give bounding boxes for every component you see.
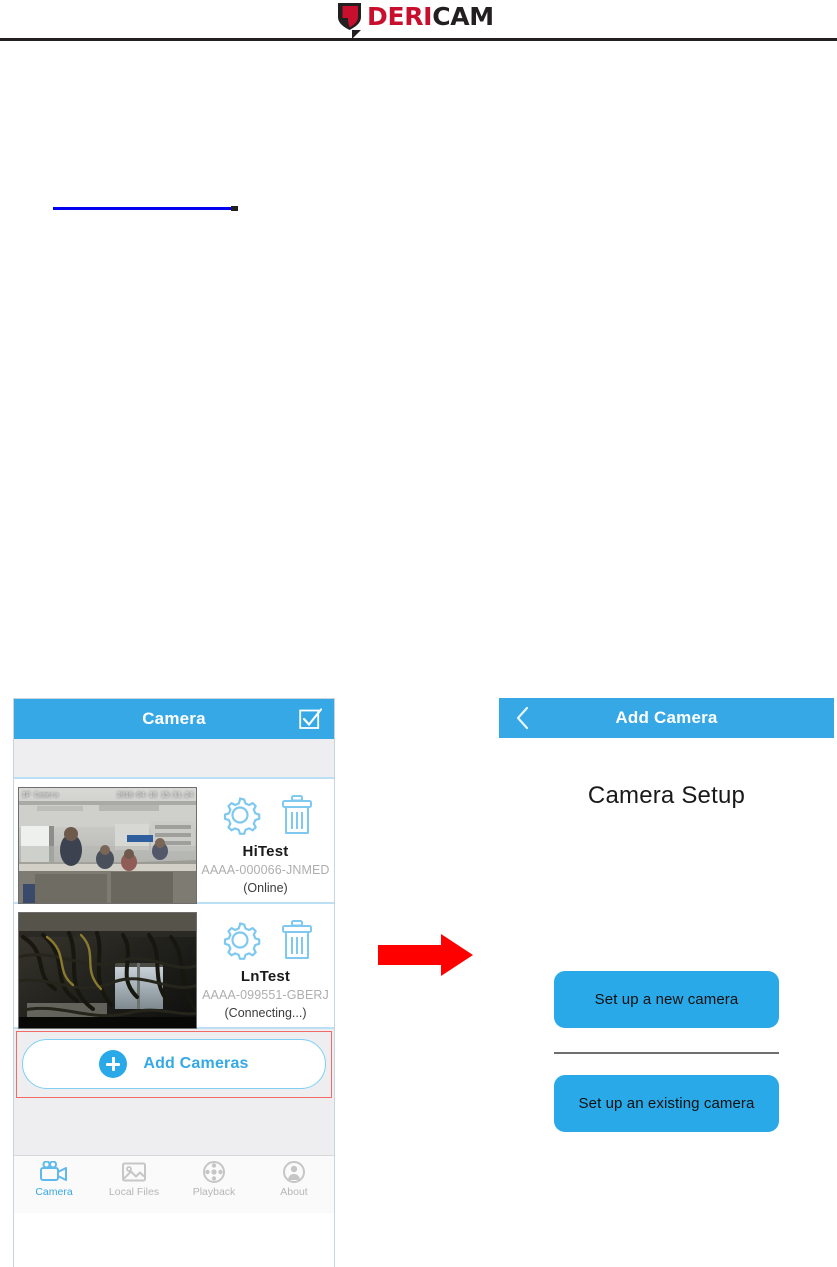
document-header: DERICAM <box>0 0 837 41</box>
add-cameras-button[interactable]: Add Cameras <box>22 1039 326 1089</box>
table-row[interactable]: IP Camera 2016-04-18 15:31:24 HiTest AAA… <box>14 779 334 904</box>
shield-icon <box>338 3 361 30</box>
brand-name: DERICAM <box>367 2 494 31</box>
right-arrow-icon <box>378 934 473 976</box>
tab-camera-label: Camera <box>35 1186 73 1198</box>
brand-name-secondary: CAM <box>432 2 494 31</box>
camera-list-appbar: Camera <box>14 699 334 739</box>
camera-name: HiTest <box>242 843 289 860</box>
camera-thumbnail[interactable] <box>18 912 197 1029</box>
status-badge: (Connecting...) <box>224 1006 307 1020</box>
chevron-left-icon[interactable] <box>515 706 530 730</box>
video-camera-icon <box>40 1161 67 1181</box>
page-title: Camera Setup <box>587 782 746 809</box>
plus-circle-icon <box>99 1050 128 1078</box>
setup-existing-camera-label: Set up an existing camera <box>578 1095 755 1112</box>
checkbox-check-icon[interactable] <box>299 708 322 730</box>
list-top-band <box>14 739 334 779</box>
tab-camera[interactable]: Camera <box>14 1161 94 1198</box>
gear-icon[interactable] <box>218 918 262 962</box>
list-filler <box>14 1100 334 1155</box>
camera-list-screen: Camera IP Camera 2016-04-18 15:31:24 HiT… <box>13 698 335 1267</box>
setup-new-camera-button[interactable]: Set up a new camera <box>554 971 779 1028</box>
camera-info: HiTest AAAA-000066-JNMED (Online) <box>197 787 334 895</box>
trash-icon[interactable] <box>280 794 314 836</box>
add-camera-screen: Add Camera Camera Setup Set up a new cam… <box>499 698 834 1267</box>
person-circle-icon <box>283 1161 305 1183</box>
link-underline[interactable] <box>53 206 238 211</box>
thumbnail-osd: IP Camera 2016-04-18 15:31:24 <box>19 788 196 801</box>
dericam-logo: DERICAM <box>337 2 494 31</box>
thumbnail-timestamp: 2016-04-18 15:31:24 <box>116 790 193 799</box>
status-badge: (Online) <box>243 881 288 895</box>
appbar-title: Camera <box>142 709 206 728</box>
divider <box>554 1052 779 1054</box>
tab-playback-label: Playback <box>192 1186 236 1198</box>
table-row[interactable]: LnTest AAAA-099551-GBERJ (Connecting...) <box>14 904 334 1029</box>
tab-local-files[interactable]: Local Files <box>94 1161 174 1198</box>
setup-new-camera-label: Set up a new camera <box>594 991 739 1008</box>
add-camera-appbar: Add Camera <box>499 698 834 738</box>
image-icon <box>122 1162 146 1182</box>
brand-name-primary: DERI <box>367 2 433 31</box>
camera-info: LnTest AAAA-099551-GBERJ (Connecting...) <box>197 912 334 1020</box>
thumbnail-image <box>19 788 196 903</box>
film-reel-icon <box>203 1161 225 1183</box>
gear-icon[interactable] <box>218 793 262 837</box>
thumbnail-image <box>19 913 196 1028</box>
thumbnail-label: IP Camera <box>22 790 59 799</box>
setup-body: Camera Setup Set up a new camera Set up … <box>499 782 834 1267</box>
camera-name: LnTest <box>240 968 291 985</box>
tab-playback[interactable]: Playback <box>174 1161 254 1198</box>
camera-uid: AAAA-099551-GBERJ <box>202 988 329 1002</box>
camera-uid: AAAA-000066-JNMED <box>201 863 330 877</box>
trash-icon[interactable] <box>280 919 314 961</box>
add-cameras-zone: Add Cameras <box>14 1029 334 1100</box>
camera-actions <box>218 793 314 837</box>
tab-local-files-label: Local Files <box>108 1186 160 1198</box>
tab-about-label: About <box>280 1186 308 1198</box>
bottom-tab-bar: Camera Local Files Playback About <box>14 1155 334 1213</box>
tab-about[interactable]: About <box>254 1161 334 1198</box>
add-cameras-label: Add Cameras <box>143 1055 249 1072</box>
camera-actions <box>218 918 314 962</box>
camera-thumbnail[interactable]: IP Camera 2016-04-18 15:31:24 <box>18 787 197 904</box>
header-rule <box>0 38 837 41</box>
appbar-title: Add Camera <box>615 708 718 727</box>
thumbnail-osd <box>19 913 196 926</box>
setup-existing-camera-button[interactable]: Set up an existing camera <box>554 1075 779 1132</box>
